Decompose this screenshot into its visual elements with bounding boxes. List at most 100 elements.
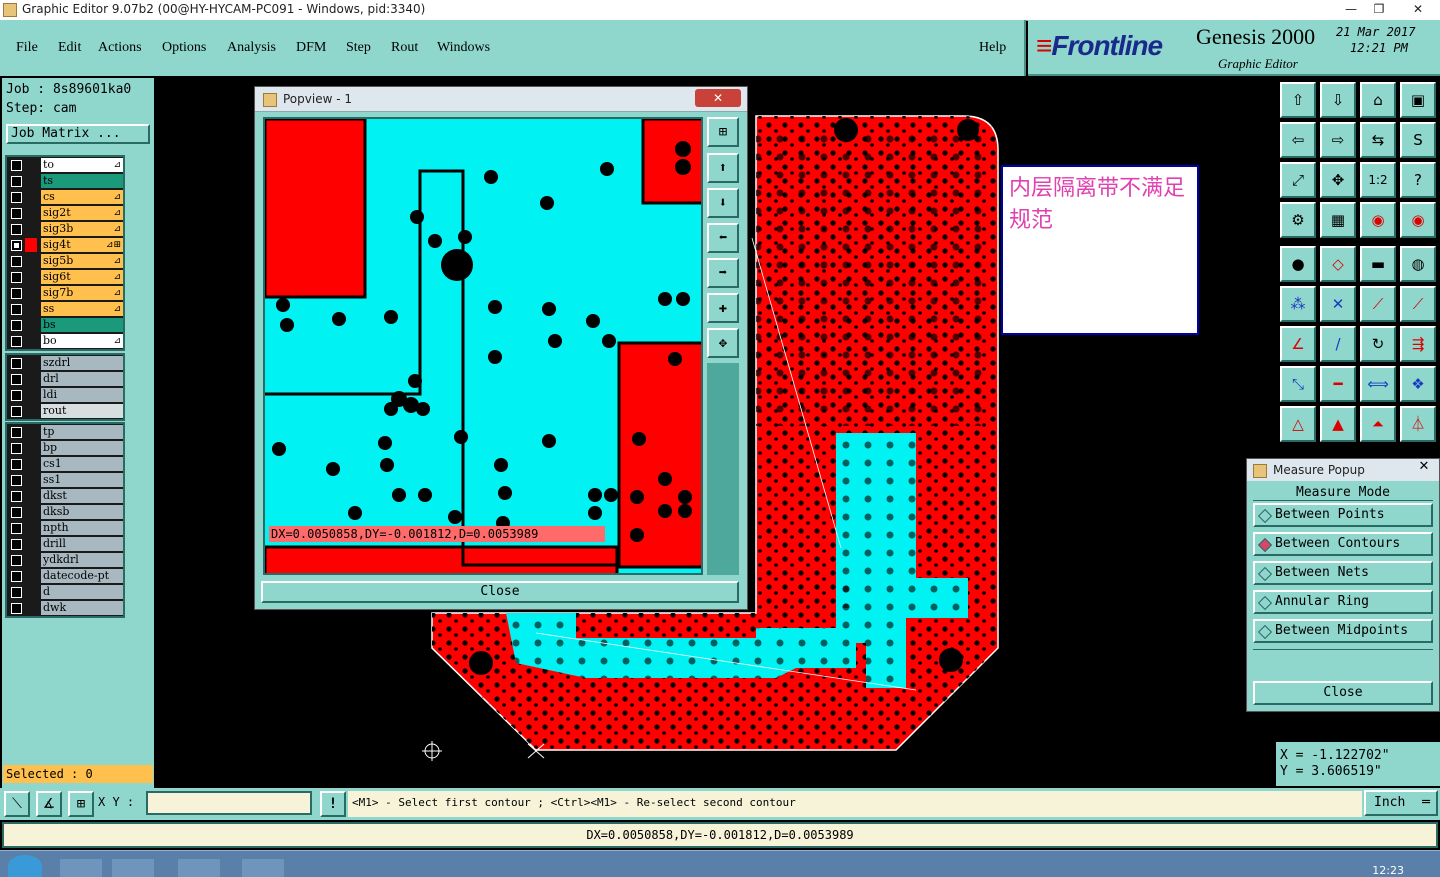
- board-layer-row-sig7b[interactable]: sig7b ⊿: [7, 285, 123, 301]
- layer-checkbox[interactable]: [11, 523, 22, 534]
- dimension-icon[interactable]: ⟺: [1360, 366, 1396, 402]
- triangle-line-icon[interactable]: ⏃: [1400, 406, 1436, 442]
- line-red-icon[interactable]: ⟋: [1360, 286, 1396, 322]
- layer-name[interactable]: cs1: [41, 457, 123, 471]
- home-view-icon[interactable]: ⌂: [1360, 82, 1396, 118]
- layer-name[interactable]: datecode-pt: [41, 569, 123, 583]
- connect-icon[interactable]: ⁂: [1280, 286, 1316, 322]
- layer-checkbox[interactable]: [11, 374, 22, 385]
- taskbar-app-1[interactable]: [60, 859, 102, 877]
- cross-icon[interactable]: ✕: [1320, 286, 1356, 322]
- taskbar-app-2[interactable]: [112, 859, 154, 877]
- popview-close-button[interactable]: Close: [261, 581, 739, 603]
- zoom-center-icon[interactable]: ✥: [1320, 162, 1356, 198]
- grid-snap-icon[interactable]: ⊞: [68, 791, 94, 817]
- misc-layer-row-drill[interactable]: drill: [7, 536, 123, 552]
- layer-name[interactable]: sig2t ⊿: [41, 206, 123, 220]
- layer-name[interactable]: bo ⊿: [41, 334, 123, 348]
- layer-checkbox[interactable]: [11, 427, 22, 438]
- redraw-icon[interactable]: S: [1400, 122, 1436, 158]
- window-view-icon[interactable]: ▣: [1400, 82, 1436, 118]
- grid-icon[interactable]: ▦: [1320, 202, 1356, 238]
- split-icon[interactable]: ⇶: [1400, 326, 1436, 362]
- triangle-icon[interactable]: △: [1280, 406, 1316, 442]
- menu-windows[interactable]: Windows: [437, 40, 490, 56]
- layer-checkbox[interactable]: [11, 240, 22, 251]
- pan-down-tool[interactable]: ⬇: [707, 188, 739, 218]
- layer-checkbox[interactable]: [11, 406, 22, 417]
- restore-button[interactable]: ❐: [1364, 0, 1394, 18]
- misc-layer-row-dksb[interactable]: dksb: [7, 504, 123, 520]
- layer-checkbox[interactable]: [11, 224, 22, 235]
- misc-layer-row-bp[interactable]: bp: [7, 440, 123, 456]
- pad-dot-icon[interactable]: ◍: [1400, 246, 1436, 282]
- layer-name[interactable]: tp: [41, 425, 123, 439]
- layer-checkbox[interactable]: [11, 603, 22, 614]
- mirror-icon[interactable]: ⇆: [1360, 122, 1396, 158]
- layer-name[interactable]: ss ⊿: [41, 302, 123, 316]
- layer-name[interactable]: rout: [41, 404, 123, 418]
- board-layer-row-sig6t[interactable]: sig6t ⊿: [7, 269, 123, 285]
- popview-canvas[interactable]: DX=0.0050858,DY=-0.001812,D=0.0053989: [263, 117, 703, 575]
- layers-toggle-icon[interactable]: ◉: [1400, 202, 1436, 238]
- zoom-down-icon[interactable]: ⇩: [1320, 82, 1356, 118]
- layer-name[interactable]: sig7b ⊿: [41, 286, 123, 300]
- layer-checkbox[interactable]: [11, 192, 22, 203]
- layer-name[interactable]: npth: [41, 521, 123, 535]
- layer-name[interactable]: d: [41, 585, 123, 599]
- board-layer-row-sig3b[interactable]: sig3b ⊿: [7, 221, 123, 237]
- drill-layer-row-szdrl[interactable]: szdrl: [7, 355, 123, 371]
- layer-checkbox[interactable]: [11, 160, 22, 171]
- layer-name[interactable]: dwk: [41, 601, 123, 615]
- misc-layer-row-npth[interactable]: npth: [7, 520, 123, 536]
- layer-name[interactable]: ldi: [41, 388, 123, 402]
- layer-name[interactable]: ydkdrl: [41, 553, 123, 567]
- layer-name[interactable]: drl: [41, 372, 123, 386]
- misc-layer-row-dkst[interactable]: dkst: [7, 488, 123, 504]
- misc-layer-row-d[interactable]: d: [7, 584, 123, 600]
- triangle-blue-icon[interactable]: ⏶: [1360, 406, 1396, 442]
- board-layer-row-to[interactable]: to ⊿: [7, 157, 123, 173]
- measure-option-annular-ring[interactable]: Annular Ring: [1253, 590, 1433, 614]
- job-matrix-button[interactable]: Job Matrix ...: [6, 124, 150, 144]
- units-selector[interactable]: Inch ═: [1364, 790, 1438, 816]
- add-surface-icon[interactable]: ◇: [1320, 246, 1356, 282]
- layer-name[interactable]: sig5b ⊿: [41, 254, 123, 268]
- start-button-icon[interactable]: [8, 855, 42, 877]
- angle-icon[interactable]: ∠: [1280, 326, 1316, 362]
- drill-layer-row-drl[interactable]: drl: [7, 371, 123, 387]
- measure-option-between-points[interactable]: Between Points: [1253, 503, 1433, 527]
- arc-icon[interactable]: ↻: [1360, 326, 1396, 362]
- zoom-fit-tool[interactable]: ⊞: [707, 117, 739, 147]
- menu-edit[interactable]: Edit: [58, 40, 81, 56]
- misc-layer-row-ss1[interactable]: ss1: [7, 472, 123, 488]
- misc-layer-row-cs1[interactable]: cs1: [7, 456, 123, 472]
- drill-layer-row-rout[interactable]: rout: [7, 403, 123, 419]
- taskbar-app-4[interactable]: [242, 859, 284, 877]
- layer-name[interactable]: dkst: [41, 489, 123, 503]
- layer-name[interactable]: sig4t ⊿⊞: [41, 238, 123, 252]
- layer-checkbox[interactable]: [11, 555, 22, 566]
- layer-checkbox[interactable]: [11, 571, 22, 582]
- layer-checkbox[interactable]: [11, 507, 22, 518]
- layer-name[interactable]: szdrl: [41, 356, 123, 370]
- layer-name[interactable]: bs: [41, 318, 123, 332]
- misc-layer-row-datecode-pt[interactable]: datecode-pt: [7, 568, 123, 584]
- taskbar-app-3[interactable]: [178, 859, 220, 877]
- minimize-button[interactable]: —: [1336, 0, 1366, 18]
- layer-checkbox[interactable]: [11, 491, 22, 502]
- layer-checkbox[interactable]: [11, 336, 22, 347]
- menu-actions[interactable]: Actions: [98, 40, 142, 56]
- close-button[interactable]: ✕: [1400, 0, 1436, 18]
- measure-close-icon[interactable]: ✕: [1413, 459, 1435, 477]
- board-layer-row-ts[interactable]: ts: [7, 173, 123, 189]
- layer-checkbox[interactable]: [11, 475, 22, 486]
- measure-close-button[interactable]: Close: [1253, 681, 1433, 705]
- pan-left-icon[interactable]: ⇦: [1280, 122, 1316, 158]
- shapes-icon[interactable]: ❖: [1400, 366, 1436, 402]
- layer-checkbox[interactable]: [11, 288, 22, 299]
- layer-name[interactable]: sig3b ⊿: [41, 222, 123, 236]
- menu-dfm[interactable]: DFM: [296, 40, 326, 56]
- layer-name[interactable]: to ⊿: [41, 158, 123, 172]
- misc-layer-row-tp[interactable]: tp: [7, 424, 123, 440]
